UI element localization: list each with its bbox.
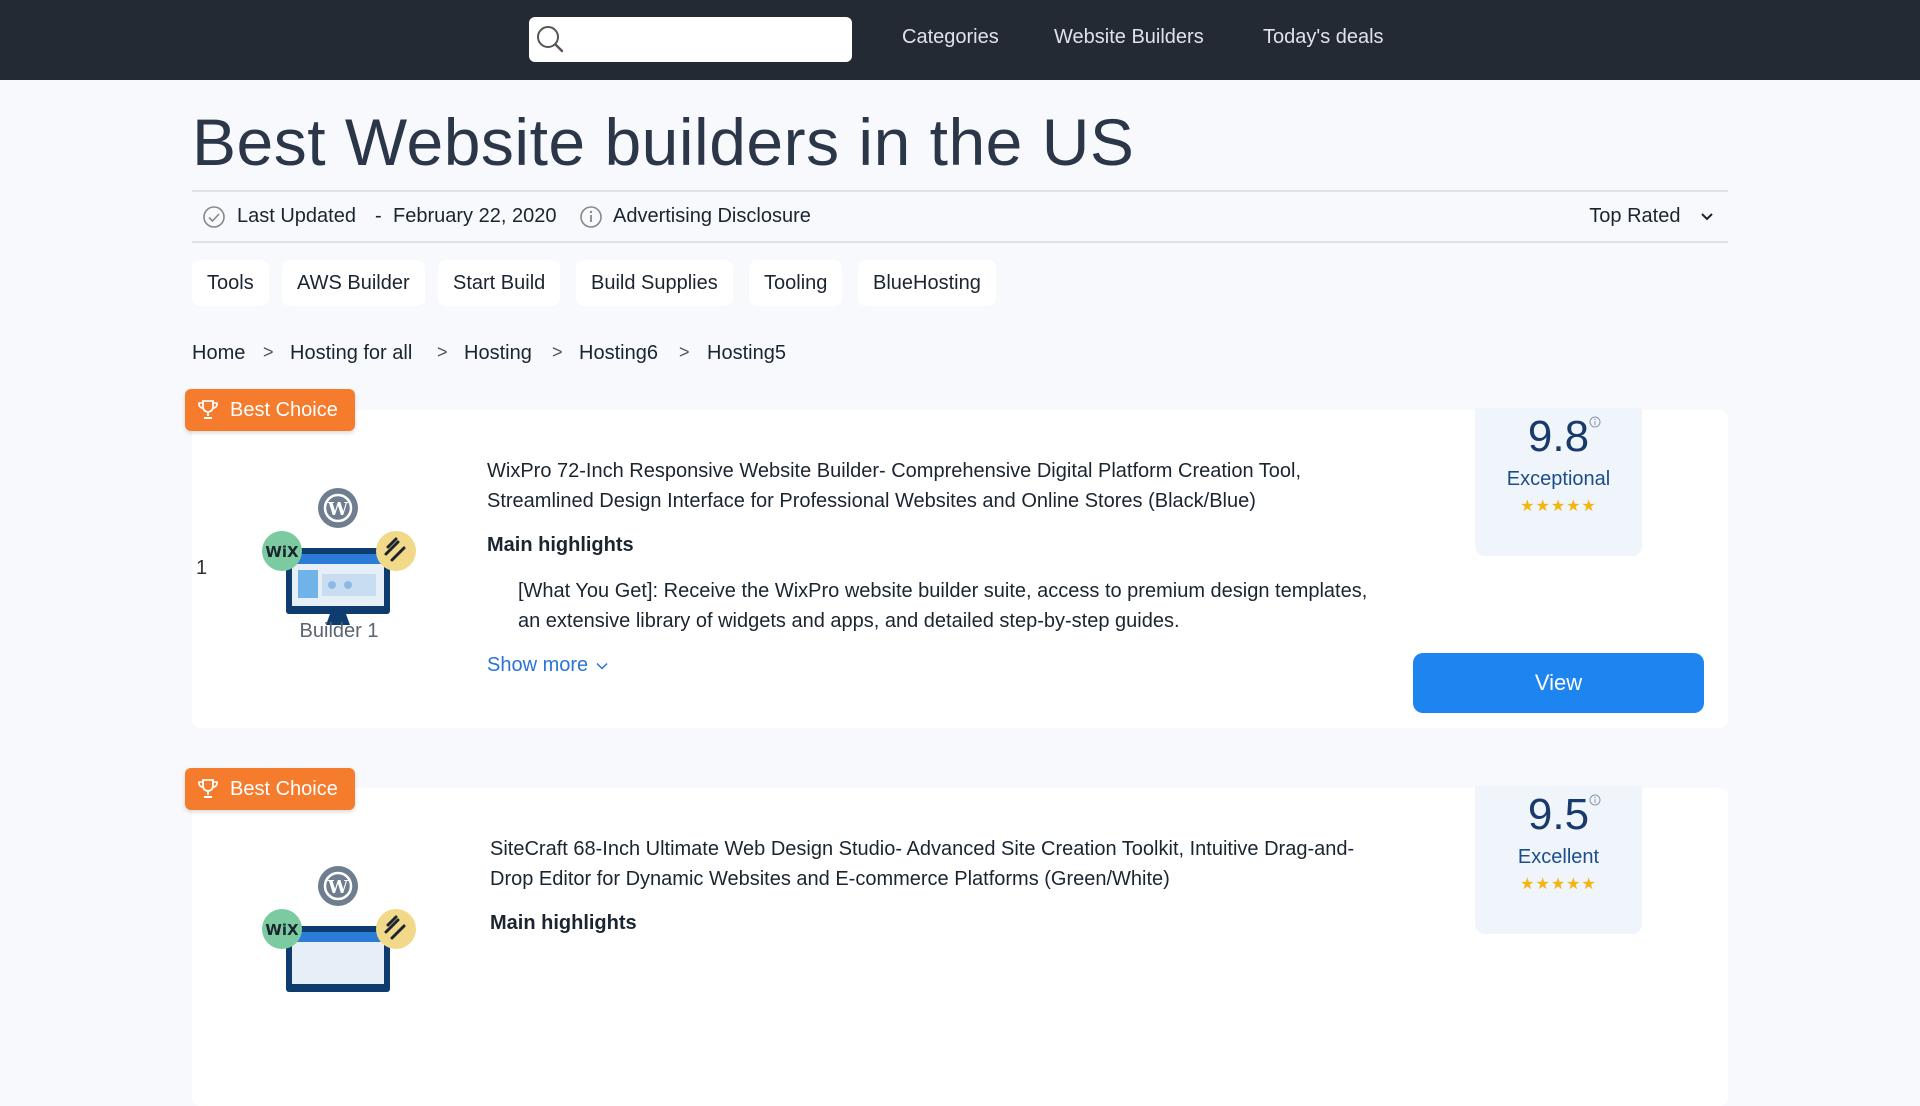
- breadcrumb-separator: >: [679, 342, 690, 362]
- info-icon[interactable]: [1589, 416, 1601, 428]
- view-button[interactable]: View: [1413, 653, 1704, 713]
- trophy-icon: [198, 779, 218, 798]
- svg-text:W: W: [327, 499, 349, 520]
- product-card: 1 WiX W Builder 1 WixPro 72-Inch Respons…: [192, 408, 1728, 728]
- check-circle-icon: [203, 206, 225, 228]
- star-rating: ★★★★★: [1520, 498, 1597, 515]
- rank-number: 1: [196, 557, 208, 579]
- star-rating: ★★★★★: [1520, 876, 1597, 893]
- last-updated-label: Last Updated: [237, 205, 356, 227]
- product-title[interactable]: SiteCraft 68-Inch Ultimate Web Design St…: [490, 834, 1390, 894]
- score-box: 9.5 Excellent ★★★★★: [1475, 786, 1642, 934]
- last-updated-date: February 22, 2020: [393, 205, 557, 227]
- best-choice-badge: Best Choice: [185, 768, 355, 810]
- chip-tooling[interactable]: Tooling: [749, 260, 843, 306]
- highlights-heading: Main highlights: [490, 912, 637, 934]
- score-label: Exceptional: [1506, 468, 1611, 490]
- page-title: Best Website builders in the US: [192, 105, 1135, 179]
- breadcrumb-separator: >: [437, 342, 448, 362]
- chip-tools[interactable]: Tools: [192, 260, 269, 306]
- score-value: 9.8: [1527, 412, 1590, 461]
- meta-separator: -: [375, 205, 382, 227]
- product-card: WiX W SiteCraft 68-Inch Ultimate Web Des…: [192, 786, 1728, 1106]
- nav-link-website-builders[interactable]: Website Builders: [1054, 26, 1204, 49]
- best-choice-badge: Best Choice: [185, 389, 355, 431]
- score-value: 9.5: [1527, 790, 1590, 839]
- show-more-label: Show more: [487, 654, 589, 676]
- breadcrumb-item[interactable]: Home: [192, 342, 245, 365]
- nav-link-categories[interactable]: Categories: [902, 26, 999, 49]
- score-box: 9.8 Exceptional ★★★★★: [1475, 408, 1642, 556]
- logo-caption: Builder 1: [299, 620, 379, 642]
- nav-link-todays-deals[interactable]: Today's deals: [1263, 26, 1384, 49]
- builder-logo: WiX W: [262, 866, 416, 992]
- meta-bar: Last Updated - February 22, 2020 Adverti…: [192, 190, 1728, 243]
- svg-text:W: W: [327, 877, 349, 898]
- highlights-heading: Main highlights: [487, 534, 634, 556]
- breadcrumb-item[interactable]: Hosting5: [707, 342, 786, 365]
- chevron-down-icon: [596, 662, 608, 670]
- show-more-link[interactable]: Show more: [487, 654, 608, 677]
- advertising-disclosure-link[interactable]: Advertising Disclosure: [613, 205, 811, 228]
- info-icon[interactable]: [1589, 794, 1601, 806]
- score-label: Excellent: [1517, 846, 1600, 868]
- chevron-down-icon: [1701, 213, 1713, 221]
- chip-build-supplies[interactable]: Build Supplies: [576, 260, 733, 306]
- sort-label: Top Rated: [1589, 205, 1681, 227]
- sort-dropdown[interactable]: Top Rated: [1589, 205, 1714, 228]
- highlights-text: [What You Get]: Receive the WixPro websi…: [518, 580, 1368, 632]
- info-icon: [580, 206, 602, 228]
- badge-label: Best Choice: [230, 399, 338, 421]
- breadcrumb-item[interactable]: Hosting6: [579, 342, 658, 365]
- trophy-icon: [198, 400, 218, 419]
- breadcrumb-item[interactable]: Hosting: [464, 342, 532, 365]
- chip-start-build[interactable]: Start Build: [438, 260, 561, 306]
- product-title[interactable]: WixPro 72-Inch Responsive Website Builde…: [487, 456, 1387, 516]
- svg-text:WiX: WiX: [265, 921, 299, 939]
- search-input[interactable]: [573, 25, 843, 55]
- badge-label: Best Choice: [230, 778, 338, 800]
- breadcrumb-item[interactable]: Hosting for all: [290, 342, 412, 365]
- top-nav-bar: Categories Website Builders Today's deal…: [0, 0, 1920, 80]
- search-box[interactable]: [529, 17, 852, 62]
- breadcrumb-separator: >: [263, 342, 274, 362]
- chip-aws-builder[interactable]: AWS Builder: [282, 260, 425, 306]
- search-icon: [537, 26, 564, 53]
- svg-text:WiX: WiX: [265, 543, 299, 561]
- breadcrumb-separator: >: [552, 342, 563, 362]
- chip-bluehosting[interactable]: BlueHosting: [858, 260, 996, 306]
